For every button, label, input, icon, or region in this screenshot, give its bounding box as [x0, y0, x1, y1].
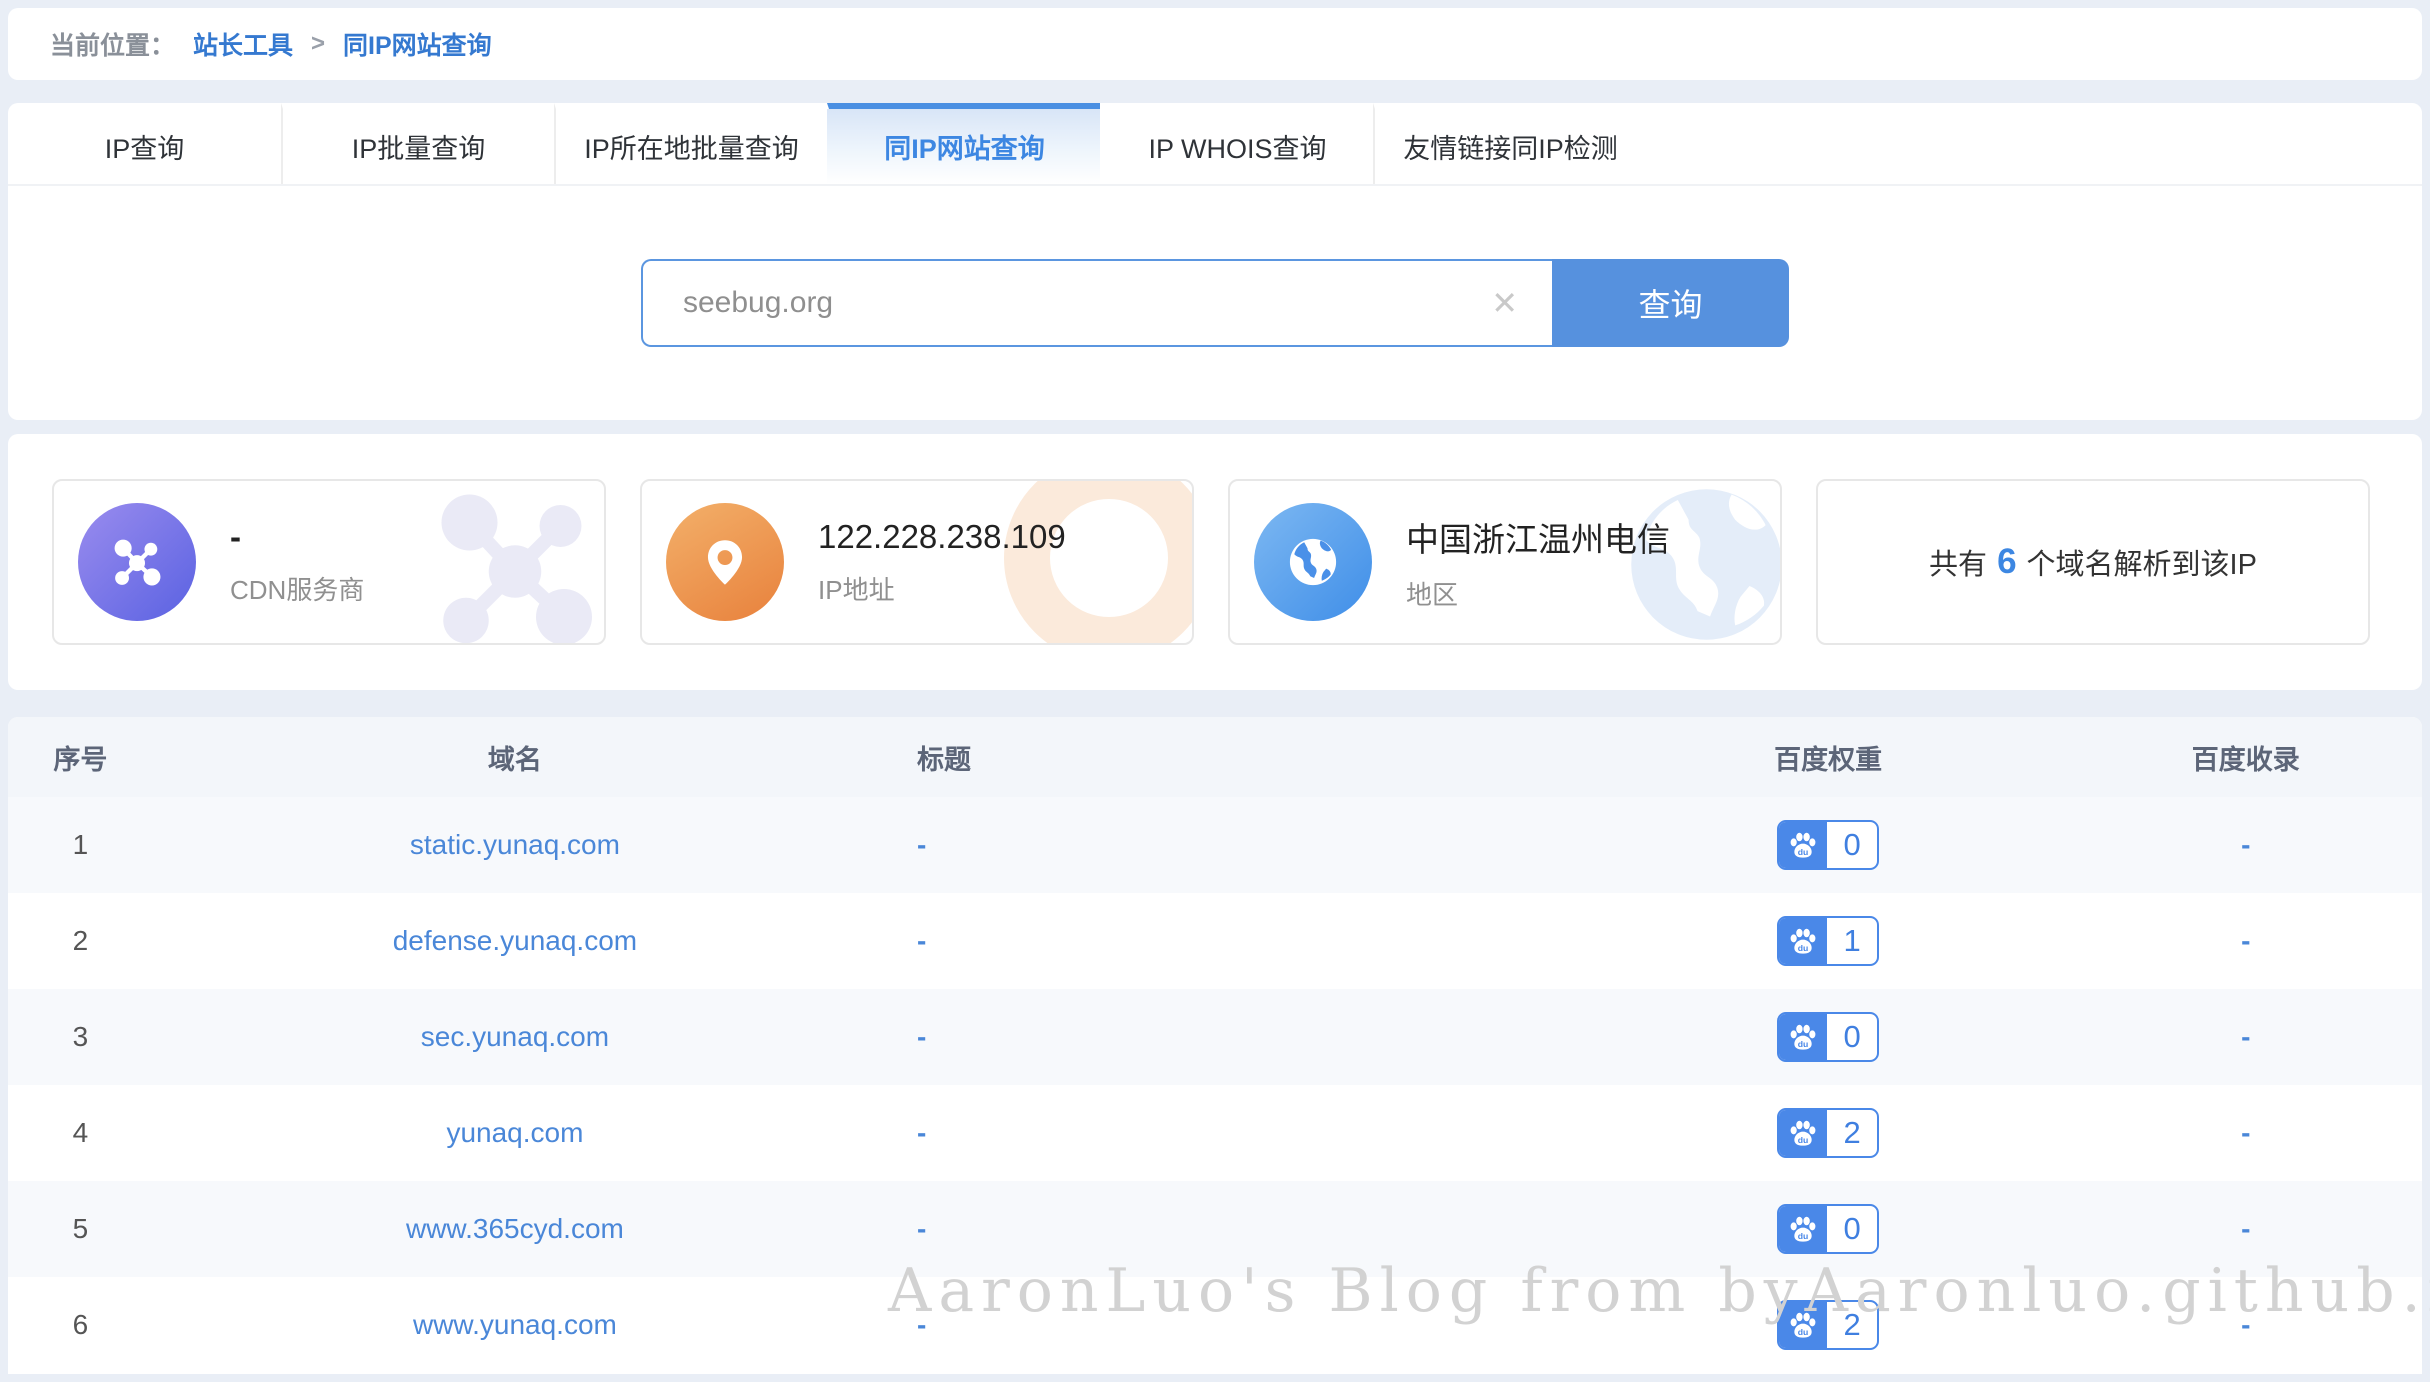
- title-value: -: [917, 925, 926, 956]
- svg-text:du: du: [1798, 943, 1809, 953]
- domain-count-card: 共有 6 个域名解析到该IP: [1816, 479, 2370, 645]
- baidu-paw-icon: du: [1779, 1110, 1827, 1156]
- domain-link[interactable]: www.365cyd.com: [406, 1213, 624, 1244]
- baidu-included-value: -: [2241, 829, 2250, 860]
- cdn-network-icon: [78, 503, 196, 621]
- baidu-weight-value: 0: [1827, 1206, 1877, 1252]
- breadcrumb-label: 当前位置：: [50, 26, 175, 62]
- table-row: 6 www.yunaq.com - du 2 -: [8, 1277, 2422, 1373]
- header-seq: 序号: [8, 738, 153, 777]
- svg-text:du: du: [1798, 1231, 1809, 1241]
- table-header-row: 序号 域名 标题 百度权重 百度收录: [8, 717, 2422, 797]
- row-seq: 2: [8, 925, 153, 957]
- table-row: 2 defense.yunaq.com - du 1 -: [8, 893, 2422, 989]
- query-button[interactable]: 查询: [1552, 259, 1789, 347]
- baidu-paw-icon: du: [1779, 1014, 1827, 1060]
- breadcrumb-separator: >: [311, 30, 325, 58]
- header-baidu-included: 百度收录: [2070, 738, 2422, 777]
- row-seq: 1: [8, 829, 153, 861]
- breadcrumb-link-current[interactable]: 同IP网站查询: [343, 26, 492, 62]
- baidu-weight-badge[interactable]: du 2: [1777, 1300, 1879, 1350]
- row-seq: 6: [8, 1309, 153, 1341]
- baidu-included-value: -: [2241, 1021, 2250, 1052]
- domain-link[interactable]: www.yunaq.com: [413, 1309, 617, 1340]
- baidu-weight-badge[interactable]: du 0: [1777, 820, 1879, 870]
- baidu-weight-value: 2: [1827, 1302, 1877, 1348]
- ip-card: 122.228.238.109 IP地址: [640, 479, 1194, 645]
- domain-link[interactable]: static.yunaq.com: [410, 829, 620, 860]
- row-seq: 4: [8, 1117, 153, 1149]
- title-value: -: [917, 1021, 926, 1052]
- baidu-included-value: -: [2241, 1117, 2250, 1148]
- domain-count-value: 6: [1997, 542, 2016, 582]
- svg-text:du: du: [1798, 1039, 1809, 1049]
- breadcrumb-link-home[interactable]: 站长工具: [193, 26, 293, 62]
- title-value: -: [917, 1213, 926, 1244]
- baidu-weight-badge[interactable]: du 0: [1777, 1204, 1879, 1254]
- title-value: -: [917, 829, 926, 860]
- breadcrumb: 当前位置： 站长工具 > 同IP网站查询: [8, 8, 2422, 80]
- svg-text:du: du: [1798, 1327, 1809, 1337]
- search-box: ✕: [641, 259, 1552, 347]
- row-seq: 3: [8, 1021, 153, 1053]
- cdn-network-watermark-icon: [410, 479, 606, 645]
- domain-count-suffix: 个域名解析到该IP: [2027, 541, 2257, 583]
- globe-icon: [1254, 503, 1372, 621]
- baidu-paw-icon: du: [1779, 1206, 1827, 1252]
- table-row: 3 sec.yunaq.com - du 0 -: [8, 989, 2422, 1085]
- tab-ip-whois-query[interactable]: IP WHOIS查询: [1100, 103, 1373, 184]
- svg-text:du: du: [1798, 847, 1809, 857]
- cdn-label: CDN服务商: [230, 570, 364, 607]
- baidu-included-value: -: [2241, 925, 2250, 956]
- tab-friend-link-same-ip-check[interactable]: 友情链接同IP检测: [1373, 103, 1646, 184]
- cdn-card: - CDN服务商: [52, 479, 606, 645]
- results-table: 序号 域名 标题 百度权重 百度收录 1 static.yunaq.com - …: [8, 717, 2422, 1374]
- header-domain: 域名: [153, 738, 877, 777]
- region-label: 地区: [1406, 575, 1670, 612]
- baidu-weight-value: 0: [1827, 822, 1877, 868]
- table-row: 1 static.yunaq.com - du 0 -: [8, 797, 2422, 893]
- query-panel: IP查询 IP批量查询 IP所在地批量查询 同IP网站查询 IP WHOIS查询…: [8, 103, 2422, 420]
- table-row: 4 yunaq.com - du 2 -: [8, 1085, 2422, 1181]
- svg-text:du: du: [1798, 1135, 1809, 1145]
- cdn-value: -: [230, 518, 364, 556]
- table-row: 5 www.365cyd.com - du 0 -: [8, 1181, 2422, 1277]
- row-seq: 5: [8, 1213, 153, 1245]
- baidu-weight-badge[interactable]: du 0: [1777, 1012, 1879, 1062]
- baidu-included-value: -: [2241, 1309, 2250, 1340]
- location-pin-icon: [666, 503, 784, 621]
- baidu-paw-icon: du: [1779, 822, 1827, 868]
- baidu-included-value: -: [2241, 1213, 2250, 1244]
- tab-ip-query[interactable]: IP查询: [8, 103, 281, 184]
- ip-value: 122.228.238.109: [818, 518, 1066, 556]
- baidu-paw-icon: du: [1779, 918, 1827, 964]
- domain-link[interactable]: sec.yunaq.com: [421, 1021, 609, 1052]
- title-value: -: [917, 1309, 926, 1340]
- header-baidu-weight: 百度权重: [1587, 738, 2070, 777]
- search-row: ✕ 查询: [8, 186, 2422, 420]
- baidu-paw-icon: du: [1779, 1302, 1827, 1348]
- header-title: 标题: [877, 738, 1587, 777]
- clear-input-icon[interactable]: ✕: [1487, 287, 1522, 319]
- region-card: 中国浙江温州电信 地区: [1228, 479, 1782, 645]
- search-input[interactable]: [681, 285, 1487, 321]
- baidu-weight-badge[interactable]: du 2: [1777, 1108, 1879, 1158]
- tab-ip-location-batch-query[interactable]: IP所在地批量查询: [554, 103, 827, 184]
- ip-label: IP地址: [818, 570, 1066, 607]
- tab-same-ip-site-query[interactable]: 同IP网站查询: [827, 103, 1100, 184]
- title-value: -: [917, 1117, 926, 1148]
- region-value: 中国浙江温州电信: [1406, 513, 1670, 561]
- domain-link[interactable]: defense.yunaq.com: [393, 925, 637, 956]
- baidu-weight-value: 0: [1827, 1014, 1877, 1060]
- info-cards-panel: - CDN服务商 122.228.238.1: [8, 434, 2422, 690]
- baidu-weight-badge[interactable]: du 1: [1777, 916, 1879, 966]
- domain-count-prefix: 共有: [1929, 541, 1987, 583]
- baidu-weight-value: 1: [1827, 918, 1877, 964]
- tab-ip-batch-query[interactable]: IP批量查询: [281, 103, 554, 184]
- domain-link[interactable]: yunaq.com: [446, 1117, 583, 1148]
- tab-bar: IP查询 IP批量查询 IP所在地批量查询 同IP网站查询 IP WHOIS查询…: [8, 103, 2422, 186]
- baidu-weight-value: 2: [1827, 1110, 1877, 1156]
